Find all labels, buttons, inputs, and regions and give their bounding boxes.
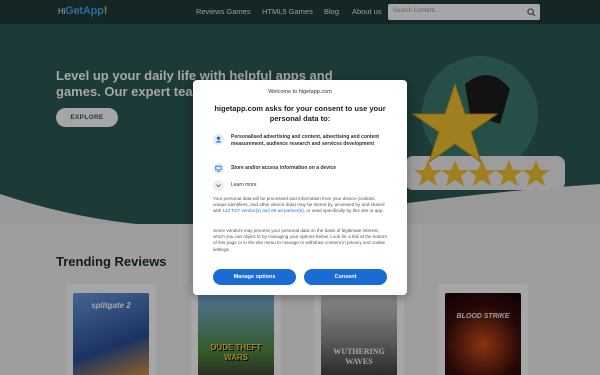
consent-heading: higetapp.com asks for your consent to us…: [214, 104, 386, 123]
device-icon: [213, 163, 224, 174]
chevron-down-icon[interactable]: [213, 180, 224, 191]
consent-button[interactable]: Consent: [304, 269, 387, 285]
learn-more-toggle[interactable]: Learn more: [213, 180, 393, 191]
purpose-personalised-ads: Personalised advertising and content, ad…: [213, 134, 393, 156]
vendors-link[interactable]: 142 TCF vendor(s) and 69 ad partner(s): [222, 208, 303, 213]
learn-more-label[interactable]: Learn more: [231, 182, 389, 189]
consent-body-paragraph-1: Your personal data will be processed and…: [213, 196, 389, 215]
manage-options-button[interactable]: Manage options: [213, 269, 296, 285]
purpose-text: Personalised advertising and content, ad…: [231, 134, 380, 147]
person-icon: [213, 134, 224, 145]
consent-dialog: Welcome to higetapp.com higetapp.com ask…: [193, 80, 407, 295]
body1-end: , or used specifically by this site or a…: [303, 208, 384, 214]
purpose-text: Store and/or access information on a dev…: [231, 165, 337, 171]
consent-body-paragraph-2: Some vendors may process your personal d…: [213, 228, 387, 252]
consent-welcome-text: Welcome to higetapp.com: [268, 89, 332, 95]
purpose-device-storage: Store and/or access information on a dev…: [213, 163, 393, 174]
